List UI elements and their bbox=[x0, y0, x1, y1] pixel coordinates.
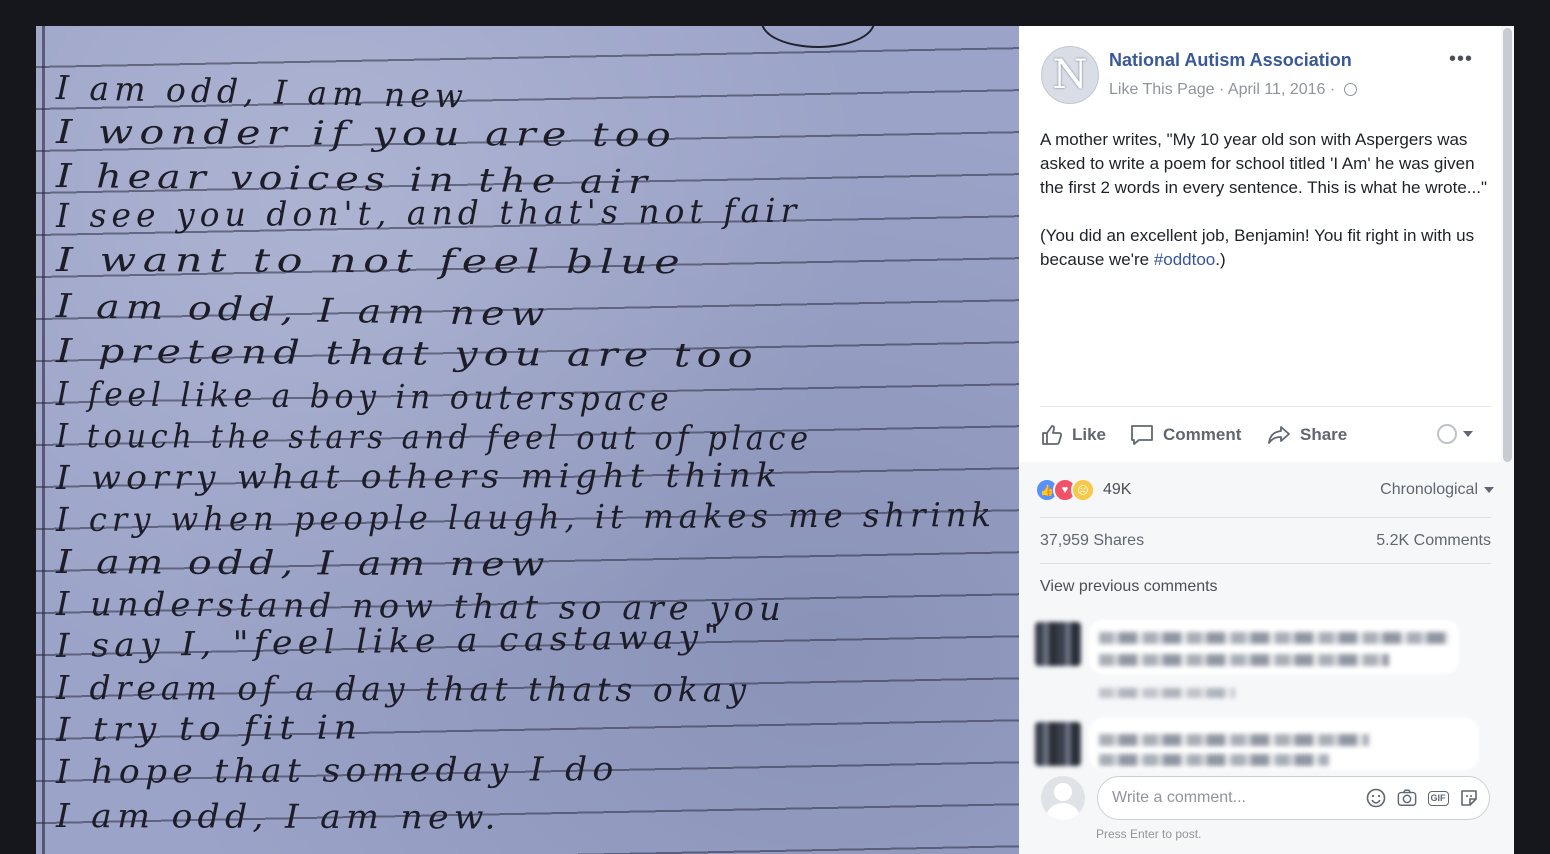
poem-line: I touch the stars and feel out of place bbox=[55, 416, 813, 458]
comment-button[interactable]: Comment bbox=[1129, 422, 1241, 448]
commenter-avatar bbox=[1035, 722, 1081, 766]
page-avatar-letter: N bbox=[1052, 52, 1088, 98]
more-options-icon[interactable]: ••• bbox=[1449, 48, 1473, 71]
poem-line: I dream of a day that thats okay bbox=[55, 668, 752, 710]
redacted-text bbox=[1099, 754, 1329, 766]
comment-label: Comment bbox=[1163, 425, 1242, 444]
comment-input[interactable] bbox=[1110, 788, 1355, 808]
post-date-link[interactable]: April 11, 2016 bbox=[1228, 81, 1326, 98]
share-arrow-icon bbox=[1268, 426, 1290, 444]
sort-label: Chronological bbox=[1380, 481, 1478, 498]
meta-separator: · bbox=[1219, 81, 1225, 98]
post-paragraph: A mother writes, "My 10 year old son wit… bbox=[1040, 130, 1487, 197]
poem-line: I try to fit in bbox=[55, 707, 363, 749]
comment-bubble-icon bbox=[1131, 425, 1153, 445]
poem-line: I am odd, I am new bbox=[55, 542, 551, 584]
divider bbox=[1040, 517, 1491, 518]
sad-reaction-icon: ☹ bbox=[1071, 478, 1095, 502]
reaction-count: 49K bbox=[1103, 481, 1132, 498]
chevron-down-icon bbox=[1463, 431, 1473, 437]
share-label: Share bbox=[1300, 425, 1348, 444]
post-card: N National Autism Association Like This … bbox=[1019, 26, 1501, 462]
post-text-span: .) bbox=[1215, 250, 1226, 269]
post-meta: Like This Page · April 11, 2016 · bbox=[1109, 81, 1357, 99]
post-text-span: (You did an excellent job, Benjamin! You… bbox=[1040, 226, 1475, 269]
poem-photo: I am odd, I am new I wonder if you are t… bbox=[36, 26, 1019, 854]
comment-sort-dropdown[interactable]: Chronological bbox=[1380, 481, 1494, 499]
like-label: Like bbox=[1072, 425, 1107, 444]
gif-label: GIF bbox=[1427, 790, 1449, 806]
like-page-link[interactable]: Like This Page bbox=[1109, 81, 1215, 98]
comments-count[interactable]: 5.2K Comments bbox=[1376, 532, 1491, 550]
comment-composer[interactable]: GIF bbox=[1097, 776, 1490, 820]
like-button[interactable]: Like bbox=[1040, 422, 1106, 448]
user-avatar bbox=[1041, 776, 1085, 820]
emoji-icon[interactable] bbox=[1366, 788, 1386, 808]
page-avatar[interactable]: N bbox=[1041, 46, 1099, 104]
sticker-icon[interactable] bbox=[1459, 788, 1479, 808]
thumbs-up-icon bbox=[1042, 425, 1063, 445]
share-button[interactable]: Share bbox=[1266, 422, 1347, 448]
post-sidebar: N National Autism Association Like This … bbox=[1019, 26, 1514, 854]
page-name-link[interactable]: National Autism Association bbox=[1109, 50, 1352, 71]
poem-line: I wonder if you are too bbox=[55, 112, 678, 155]
poem-line: I see you don't, and that's not fair bbox=[55, 190, 802, 235]
post-text: A mother writes, "My 10 year old son wit… bbox=[1040, 128, 1495, 296]
chevron-down-icon bbox=[1484, 487, 1494, 493]
hashtag-link[interactable]: #oddtoo bbox=[1154, 250, 1215, 269]
redacted-text bbox=[1099, 734, 1369, 746]
poem-line: I worry what others might think bbox=[55, 455, 783, 497]
camera-icon[interactable] bbox=[1397, 788, 1417, 808]
audience-selector[interactable] bbox=[1437, 424, 1473, 444]
commenter-avatar bbox=[1035, 622, 1081, 666]
divider bbox=[1040, 406, 1491, 407]
divider bbox=[1040, 563, 1491, 564]
composer-hint: Press Enter to post. bbox=[1096, 827, 1202, 841]
gif-icon[interactable]: GIF bbox=[1427, 788, 1449, 808]
poem-line: I cry when people laugh, it makes me shr… bbox=[55, 495, 996, 539]
poem-line: I pretend that you are too bbox=[55, 331, 759, 375]
person-icon bbox=[1437, 424, 1457, 444]
poem-line: I am odd, I am new. bbox=[55, 796, 501, 837]
avatar-head bbox=[1054, 783, 1072, 801]
post-paragraph: (You did an excellent job, Benjamin! You… bbox=[1040, 224, 1495, 272]
redacted-text bbox=[1099, 632, 1449, 644]
poem-line: I want to not feel blue bbox=[55, 240, 687, 282]
redacted-text bbox=[1099, 654, 1389, 666]
redacted-text bbox=[1099, 688, 1235, 698]
poem-line: I feel like a boy in outerspace bbox=[55, 374, 674, 419]
margin-line bbox=[42, 26, 45, 854]
globe-icon bbox=[1343, 83, 1357, 97]
view-previous-comments-link[interactable]: View previous comments bbox=[1040, 578, 1218, 596]
scrollbar[interactable] bbox=[1503, 28, 1512, 462]
shares-count[interactable]: 37,959 Shares bbox=[1040, 532, 1144, 550]
meta-separator: · bbox=[1329, 81, 1336, 98]
avatar-body bbox=[1046, 803, 1080, 820]
poem-line: I hope that someday I do bbox=[55, 749, 619, 791]
reactions-summary[interactable]: 👍 ♥ ☹ 49K bbox=[1035, 478, 1131, 502]
